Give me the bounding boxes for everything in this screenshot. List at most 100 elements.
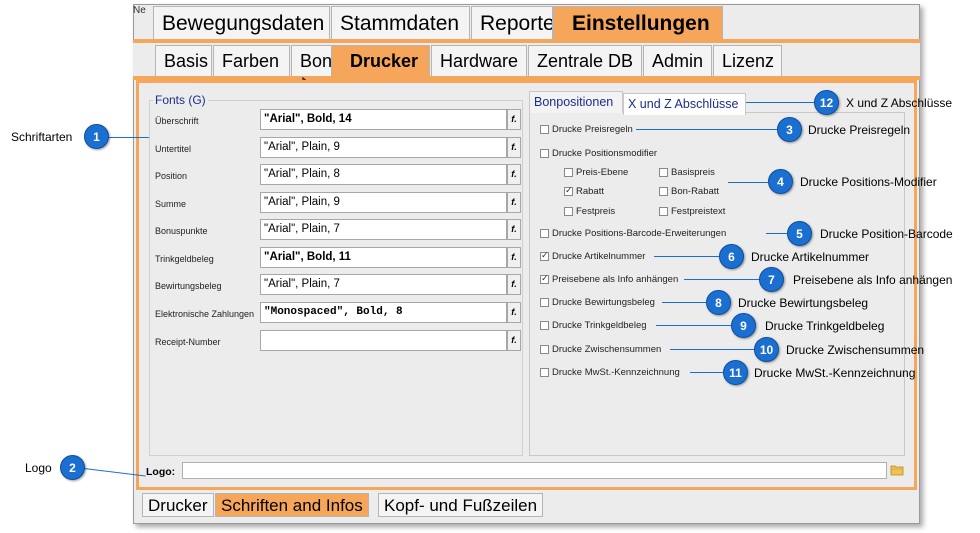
option-trinkgeldbeleg[interactable]: Drucke Trinkgeldbeleg (540, 320, 647, 331)
tab-reporte[interactable]: Reporte (471, 6, 553, 39)
callout-badge: 8 (706, 290, 731, 315)
font-picker-button[interactable]: f. (507, 274, 521, 295)
callout-line (690, 372, 723, 373)
tab-stammdaten[interactable]: Stammdaten (331, 6, 470, 39)
tab-admin[interactable]: Admin (643, 45, 712, 76)
tab-lizenz[interactable]: Lizenz (713, 45, 782, 76)
bottom-tab-kopf-fusszeilen[interactable]: Kopf- und Fußzeilen (378, 493, 544, 517)
font-picker-button[interactable]: f. (507, 109, 521, 130)
callout-line (662, 302, 706, 303)
callout-line (684, 279, 759, 280)
font-label-position: Position (155, 171, 188, 181)
callout-line (656, 325, 731, 326)
font-label-bewirtungsbeleg: Bewirtungsbeleg (155, 281, 222, 291)
option-rabatt[interactable]: Rabatt (564, 185, 604, 197)
checkbox[interactable] (540, 125, 549, 134)
callout-label: Drucke Bewirtungsbeleg (738, 296, 869, 310)
callout-label: Drucke Position-Barcode (820, 227, 953, 241)
tab-farben[interactable]: Farben (213, 45, 290, 76)
callout-badge: 9 (731, 313, 756, 338)
tab-zentrale-db[interactable]: Zentrale DB (528, 45, 642, 76)
option-bewirtungsbeleg[interactable]: Drucke Bewirtungsbeleg (540, 297, 655, 308)
font-field-untertitel[interactable]: "Arial", Plain, 9 (260, 137, 507, 158)
callout-line (670, 349, 754, 350)
callout-label: Drucke MwSt.-Kennzeichnung (754, 366, 916, 380)
font-picker-button[interactable]: f. (507, 192, 521, 213)
option-festpreistext[interactable]: Festpreistext (659, 206, 725, 217)
checkbox[interactable] (540, 229, 549, 238)
font-picker-button[interactable]: f. (507, 330, 521, 351)
tab-bewegungsdaten[interactable]: Bewegungsdaten (153, 6, 330, 39)
font-field-position[interactable]: "Arial", Plain, 8 (260, 164, 507, 185)
checkbox[interactable] (659, 168, 668, 177)
folder-icon[interactable] (890, 463, 904, 476)
tab-basis[interactable]: Basis (155, 45, 212, 76)
tab-bon[interactable]: Bon (291, 45, 333, 76)
callout-label: Schriftarten (11, 130, 73, 144)
option-preisregeln[interactable]: Drucke Preisregeln (540, 124, 633, 135)
callout-badge: 1 (84, 124, 109, 149)
callout-line (746, 102, 814, 103)
checkbox[interactable] (540, 345, 549, 354)
tab-drucker[interactable]: Drucker (331, 45, 430, 76)
checkbox[interactable] (564, 207, 573, 216)
callout-line (728, 182, 768, 183)
callout-label: Preisebene als Info anhängen (793, 273, 953, 287)
font-picker-button[interactable]: f. (507, 219, 521, 240)
option-barcode[interactable]: Drucke Positions-Barcode-Erweiterungen (540, 228, 726, 239)
bottom-tab-schriften[interactable]: Schriften and Infos (215, 493, 369, 517)
checkbox[interactable] (564, 168, 573, 177)
checkbox[interactable] (540, 368, 549, 377)
callout-badge: 10 (754, 337, 779, 362)
callout-label: Drucke Zwischensummen (786, 343, 925, 357)
font-field-trinkgeldbeleg[interactable]: "Arial", Bold, 11 (260, 247, 507, 268)
tab-einstellungen[interactable]: Einstellungen (553, 6, 723, 39)
callout-badge: 5 (787, 221, 812, 246)
option-artikelnummer[interactable]: Drucke Artikelnummer (540, 250, 645, 262)
font-picker-button[interactable]: f. (507, 164, 521, 185)
callout-label: Drucke Artikelnummer (751, 250, 870, 264)
tab-hardware[interactable]: Hardware (431, 45, 527, 76)
checkbox[interactable] (659, 187, 668, 196)
checkbox[interactable] (540, 321, 549, 330)
option-bon-rabatt[interactable]: Bon-Rabatt (659, 186, 719, 197)
font-field-receipt-number[interactable] (260, 330, 507, 351)
font-field-elektronische-zahlungen[interactable]: "Monospaced", Bold, 8 (260, 302, 507, 323)
checkbox[interactable] (540, 149, 549, 158)
font-field-bonuspunkte[interactable]: "Arial", Plain, 7 (260, 219, 507, 240)
option-festpreis[interactable]: Festpreis (564, 206, 615, 217)
font-field-ueberschrift[interactable]: "Arial", Bold, 14 (260, 109, 507, 130)
font-field-summe[interactable]: "Arial", Plain, 9 (260, 192, 507, 213)
callout-label: X und Z Abschlüsse (846, 96, 953, 110)
callout-line (766, 233, 787, 234)
option-positionsmodifier[interactable]: Drucke Positionsmodifier (540, 148, 657, 159)
option-zwischensummen[interactable]: Drucke Zwischensummen (540, 344, 661, 355)
callout-badge: 3 (777, 117, 802, 142)
window-corner-text: Ne (133, 5, 146, 16)
font-field-bewirtungsbeleg[interactable]: "Arial", Plain, 7 (260, 274, 507, 295)
callout-line (636, 129, 777, 130)
callout-badge: 2 (60, 455, 85, 480)
callout-label: Logo (25, 461, 52, 475)
font-picker-button[interactable]: f. (507, 137, 521, 158)
bottom-tab-drucker[interactable]: Drucker (142, 493, 214, 517)
option-preis-ebene[interactable]: Preis-Ebene (564, 167, 628, 178)
checkbox[interactable] (659, 207, 668, 216)
logo-field[interactable] (182, 462, 887, 479)
option-mwst[interactable]: Drucke MwSt.-Kennzeichnung (540, 367, 680, 378)
tab-x-und-z-abschluesse[interactable]: X und Z Abschlüsse (623, 93, 746, 115)
option-basispreis[interactable]: Basispreis (659, 167, 715, 178)
fonts-legend: Fonts (G) (153, 93, 208, 107)
checkbox-checked[interactable] (540, 250, 549, 261)
font-label-trinkgeldbeleg: Trinkgeldbeleg (155, 254, 214, 264)
checkbox-checked[interactable] (564, 185, 573, 196)
callout-label: Drucke Positions-Modifier (800, 175, 937, 189)
checkbox-checked[interactable] (540, 273, 549, 284)
font-picker-button[interactable]: f. (507, 247, 521, 268)
checkbox[interactable] (540, 298, 549, 307)
callout-line (107, 137, 149, 138)
callout-line (654, 256, 719, 257)
font-picker-button[interactable]: f. (507, 302, 521, 323)
tab-bonpositionen[interactable]: Bonpositionen (529, 91, 623, 113)
option-preisebene-info[interactable]: Preisebene als Info anhängen (540, 273, 678, 285)
